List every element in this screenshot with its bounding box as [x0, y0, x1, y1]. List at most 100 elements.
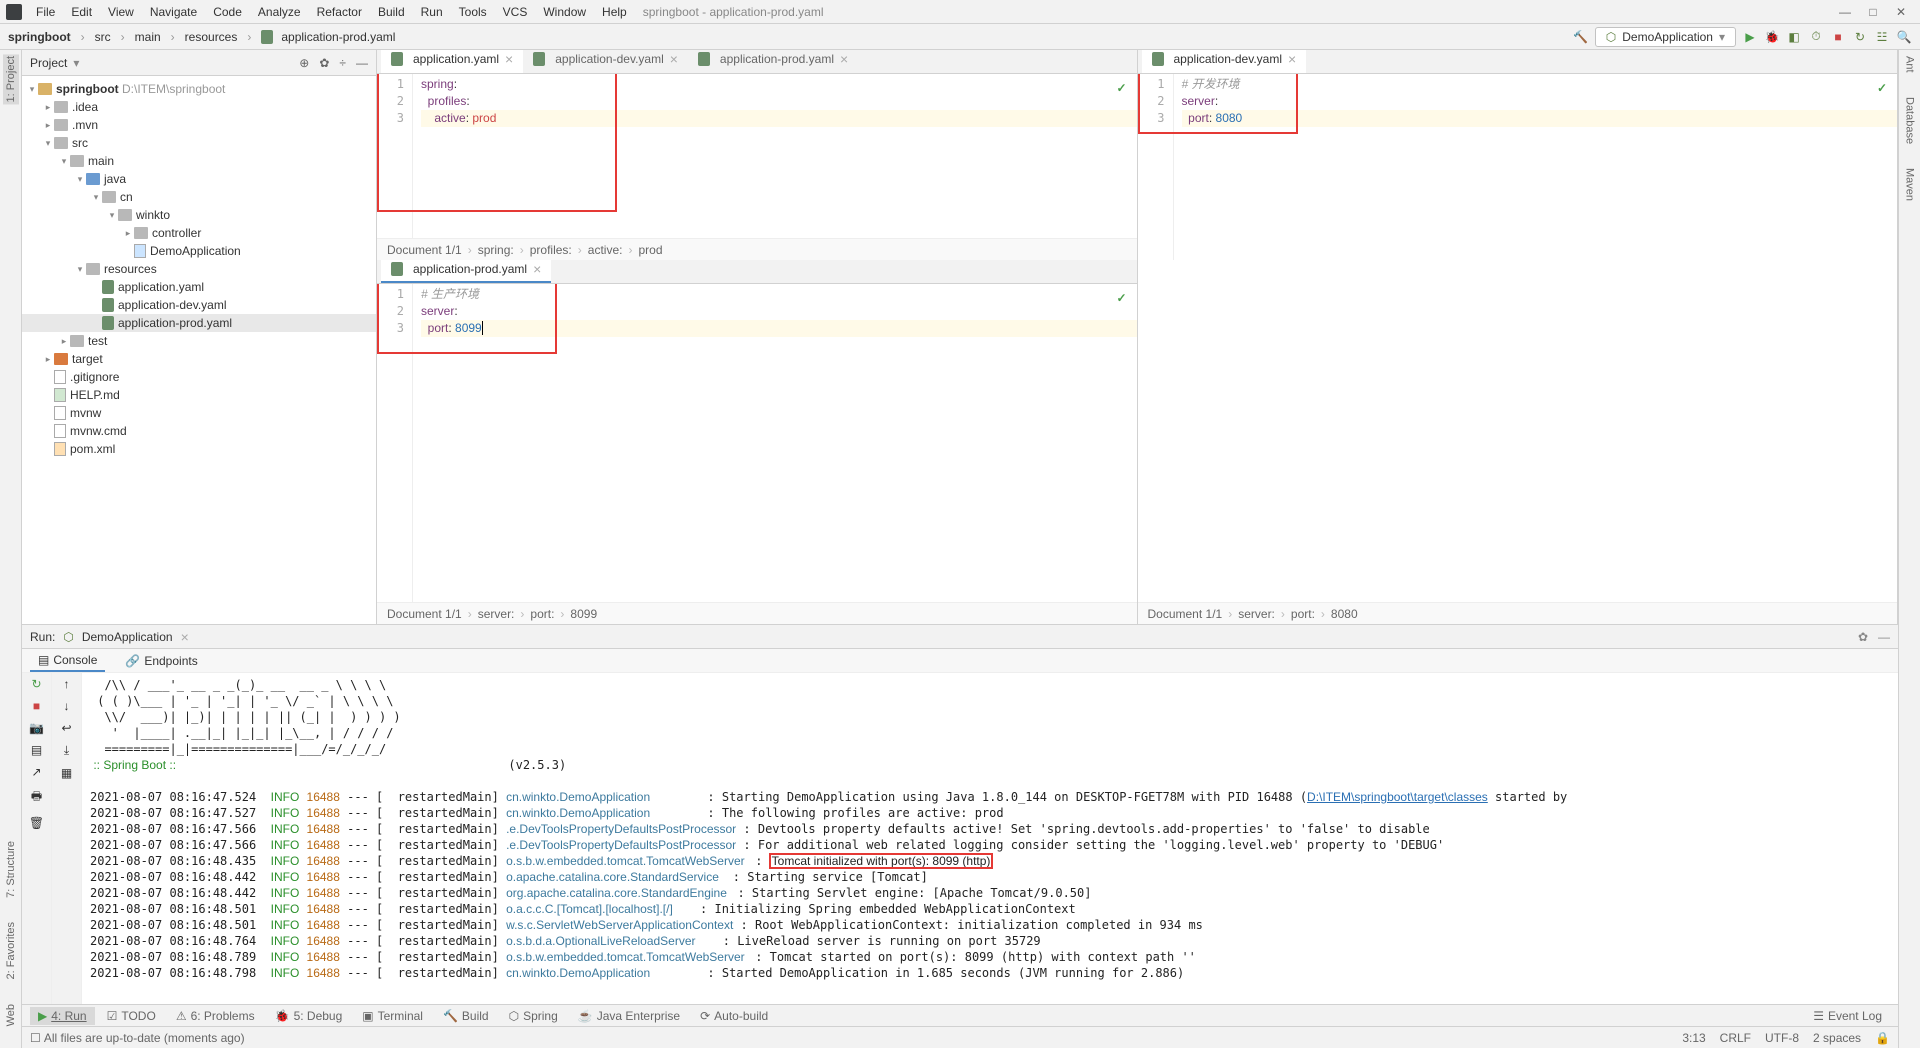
wrap-icon[interactable]: ↩ — [61, 721, 71, 735]
debug-icon[interactable]: 🐞 — [1764, 29, 1780, 45]
btab-run[interactable]: ▶4: Run — [30, 1007, 95, 1025]
filter-icon[interactable]: ▦ — [61, 766, 72, 780]
editor-dev-yaml[interactable]: # 开发环境 server: port: 8080 ✓ — [1174, 74, 1898, 260]
project-panel-title[interactable]: Project — [30, 56, 67, 70]
crumb-src[interactable]: src — [95, 30, 111, 44]
coverage-icon[interactable]: ◧ — [1786, 29, 1802, 45]
close-icon[interactable]: × — [670, 51, 678, 67]
close-icon[interactable]: × — [533, 261, 541, 277]
stop-icon[interactable]: ■ — [33, 699, 40, 713]
editor-prod-yaml[interactable]: # 生产环境 server: port: 8099 ✓ — [413, 284, 1137, 602]
inspection-ok-icon: ✓ — [1877, 80, 1887, 97]
project-panel: Project ▾ ⊕ ✿ ÷ — ▾springboot D:\ITEM\sp… — [22, 50, 377, 624]
print-icon[interactable]: 🖶 — [31, 787, 42, 808]
collapse-icon[interactable]: ÷ — [339, 56, 346, 70]
btab-todo[interactable]: ☑ TODO — [99, 1007, 164, 1025]
btab-javaee[interactable]: ☕ Java Enterprise — [570, 1007, 688, 1025]
btab-debug[interactable]: 🐞 5: Debug — [267, 1007, 351, 1025]
gear-icon[interactable]: ✿ — [319, 56, 329, 70]
menu-refactor[interactable]: Refactor — [309, 3, 370, 21]
close-icon[interactable]: × — [505, 51, 513, 67]
run-config-selector[interactable]: ⬡ DemoApplication ▾ — [1595, 27, 1736, 47]
trash-icon[interactable]: 🗑 — [29, 816, 44, 830]
project-tree[interactable]: ▾springboot D:\ITEM\springboot ▸.idea ▸.… — [22, 76, 376, 624]
down-icon[interactable]: ↓ — [64, 699, 70, 713]
maximize-button[interactable]: □ — [1866, 5, 1880, 19]
line-separator[interactable]: CRLF — [1720, 1031, 1751, 1045]
tab-application-prod-yaml[interactable]: application-prod.yaml× — [688, 50, 858, 73]
project-dropdown-icon[interactable]: ▾ — [73, 56, 79, 70]
btab-terminal[interactable]: ▣ Terminal — [354, 1007, 431, 1025]
minimize-button[interactable]: — — [1838, 5, 1852, 19]
tool-structure[interactable]: 7: Structure — [3, 839, 19, 900]
editor-app-yaml[interactable]: spring: profiles: active: prod ✓ — [413, 74, 1137, 238]
right-tool-gutter: Ant Database Maven — [1898, 50, 1920, 1048]
btab-build[interactable]: 🔨 Build — [435, 1007, 497, 1025]
menu-window[interactable]: Window — [535, 3, 594, 21]
app-icon — [6, 4, 22, 20]
menu-build[interactable]: Build — [370, 3, 413, 21]
gear-icon[interactable]: ✿ — [1858, 630, 1868, 644]
scroll-icon[interactable]: ⤓ — [64, 743, 69, 758]
btab-autobuild[interactable]: ⟳ Auto-build — [692, 1007, 776, 1025]
menu-view[interactable]: View — [100, 3, 142, 21]
btab-problems[interactable]: ⚠ 6: Problems — [168, 1007, 263, 1025]
menu-edit[interactable]: Edit — [63, 3, 100, 21]
run-icon[interactable]: ▶ — [1742, 29, 1758, 45]
tool-web[interactable]: Web — [3, 1002, 19, 1028]
run-tab-endpoints[interactable]: 🔗Endpoints — [117, 651, 205, 671]
tab-application-dev-yaml[interactable]: application-dev.yaml× — [523, 50, 688, 73]
updates-icon[interactable]: ↻ — [1852, 29, 1868, 45]
tab-application-yaml[interactable]: application.yaml× — [381, 50, 523, 73]
run-panel: Run: ⬡ DemoApplication × ✿ — ▤Console 🔗E… — [22, 624, 1898, 1004]
crumb-file[interactable]: application-prod.yaml — [281, 30, 395, 44]
menu-run[interactable]: Run — [413, 3, 451, 21]
run-label: Run: — [30, 630, 55, 644]
lock-icon[interactable]: 🔒 — [1875, 1031, 1890, 1045]
profile-icon[interactable]: ⏱ — [1808, 29, 1824, 45]
hammer-icon[interactable]: 🔨 — [1573, 29, 1589, 45]
hide-icon[interactable]: — — [356, 56, 368, 70]
menu-analyze[interactable]: Analyze — [250, 3, 309, 21]
encoding[interactable]: UTF-8 — [1765, 1031, 1799, 1045]
tool-maven[interactable]: Maven — [1902, 166, 1918, 203]
crumb-main[interactable]: main — [135, 30, 161, 44]
search-icon[interactable]: 🔍 — [1896, 29, 1912, 45]
menu-navigate[interactable]: Navigate — [142, 3, 205, 21]
menu-help[interactable]: Help — [594, 3, 635, 21]
crumb-resources[interactable]: resources — [185, 30, 238, 44]
tool-favorites[interactable]: 2: Favorites — [3, 920, 19, 981]
rerun-icon[interactable]: ↻ — [31, 677, 41, 691]
caret-position[interactable]: 3:13 — [1682, 1031, 1705, 1045]
select-opened-icon[interactable]: ⊕ — [299, 56, 309, 70]
close-icon[interactable]: × — [181, 629, 189, 645]
run-tab-console[interactable]: ▤Console — [30, 650, 105, 672]
stop-icon[interactable]: ■ — [1830, 29, 1846, 45]
up-icon[interactable]: ↑ — [64, 677, 70, 691]
tab-prod-bottom[interactable]: application-prod.yaml× — [381, 260, 551, 283]
export-icon[interactable]: ↗ — [31, 765, 41, 779]
close-button[interactable]: ✕ — [1894, 5, 1908, 19]
close-icon[interactable]: × — [1288, 51, 1296, 67]
menu-vcs[interactable]: VCS — [495, 3, 536, 21]
indent[interactable]: 2 spaces — [1813, 1031, 1861, 1045]
structure-icon[interactable]: ☳ — [1874, 29, 1890, 45]
btab-eventlog[interactable]: ☰ Event Log — [1805, 1007, 1890, 1025]
hide-icon[interactable]: — — [1878, 630, 1890, 644]
menu-tools[interactable]: Tools — [451, 3, 495, 21]
menu-file[interactable]: File — [28, 3, 63, 21]
camera-icon[interactable]: 📷 — [29, 721, 44, 735]
line-gutter: 123 — [1138, 74, 1174, 260]
tool-ant[interactable]: Ant — [1902, 54, 1918, 75]
tool-project[interactable]: 1: Project — [3, 54, 19, 104]
menu-code[interactable]: Code — [205, 3, 250, 21]
tool-database[interactable]: Database — [1902, 95, 1918, 146]
btab-spring[interactable]: ⬡ Spring — [501, 1007, 566, 1025]
run-tab-name[interactable]: DemoApplication — [82, 630, 173, 644]
crumb-root[interactable]: springboot — [8, 30, 71, 44]
console-output[interactable]: /\\ / ___'_ __ _ _(_)_ __ __ _ \ \ \ \ (… — [82, 673, 1898, 1004]
close-icon[interactable]: × — [840, 51, 848, 67]
tab-dev-right[interactable]: application-dev.yaml× — [1142, 50, 1307, 73]
menubar: File Edit View Navigate Code Analyze Ref… — [0, 0, 1920, 24]
layout-icon[interactable]: ▤ — [31, 743, 42, 757]
